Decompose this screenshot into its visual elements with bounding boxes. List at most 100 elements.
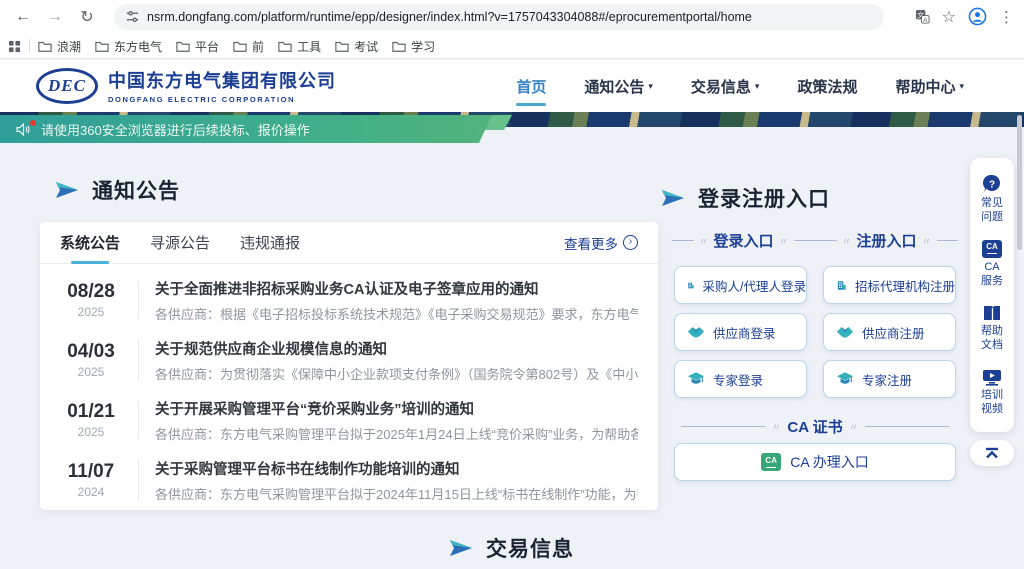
bidding-agency-register-button[interactable]: 招标代理机构注册 <box>823 266 956 304</box>
dec-logo-icon: DEC <box>36 68 98 104</box>
folder-icon <box>233 40 247 52</box>
bookmark-folder[interactable]: 浪潮 <box>38 38 81 55</box>
item-date: 01/21 <box>60 401 122 423</box>
item-desc: 各供应商：东方电气采购管理平台拟于2024年11月15日上线“标书在线制作”功能… <box>155 484 638 503</box>
folder-icon <box>392 40 406 52</box>
apps-grid-icon[interactable] <box>8 40 21 53</box>
divider <box>138 401 139 439</box>
chevron-up-icon <box>984 447 1000 459</box>
brand-logo[interactable]: DEC 中国东方电气集团有限公司 DONGFANG ELECTRIC CORPO… <box>36 67 336 104</box>
item-year: 2025 <box>60 305 122 319</box>
item-title[interactable]: 关于采购管理平台标书在线制作功能培训的通知 <box>155 458 638 479</box>
bookmark-folder[interactable]: 工具 <box>278 38 321 55</box>
item-title[interactable]: 关于开展采购管理平台“竞价采购业务”培训的通知 <box>155 398 638 419</box>
bookmarks-bar: 浪潮 东方电气 平台 前 工具 考试 学习 <box>0 33 1024 59</box>
question-bubble-icon: ? <box>982 174 1002 194</box>
reload-icon[interactable]: ↻ <box>74 4 100 30</box>
nav-trade-info[interactable]: 交易信息▾ <box>691 76 760 97</box>
chevron-down-icon: ▾ <box>755 81 760 92</box>
bookmark-folder[interactable]: 学习 <box>392 38 435 55</box>
floating-side-panel: ? 常见问题 CA CA 服务 帮助文档 培训视频 <box>970 158 1014 432</box>
tab-violation-reports[interactable]: 违规通报 <box>240 222 300 264</box>
nav-home[interactable]: 首页 <box>516 76 546 97</box>
graduation-cap-icon <box>687 371 705 387</box>
training-video-icon <box>982 368 1002 386</box>
section-arrow-icon <box>662 188 684 208</box>
item-date: 11/07 <box>60 461 122 483</box>
login-register-buttons: 采购人/代理人登录 招标代理机构注册 供应商登录 供应商注册 专家登录 专家注册 <box>674 266 956 398</box>
folder-icon <box>38 40 52 52</box>
bookmark-folder[interactable]: 平台 <box>176 38 219 55</box>
forward-icon[interactable]: → <box>42 4 68 30</box>
bookmark-folder[interactable]: 东方电气 <box>95 38 162 55</box>
item-desc: 各供应商：根据《电子招标投标系统技术规范》《电子采购交易规范》要求，东方电气采购… <box>155 304 638 323</box>
site-settings-icon[interactable] <box>126 10 139 23</box>
bookmark-folder[interactable]: 前 <box>233 38 264 55</box>
back-icon[interactable]: ← <box>10 4 36 30</box>
item-title[interactable]: 关于全面推进非招标采购业务CA认证及电子签章应用的通知 <box>155 278 638 299</box>
browser-notice-banner: 请使用360安全浏览器进行后续投标、报价操作 <box>0 115 492 143</box>
help-doc-widget[interactable]: 帮助文档 <box>979 304 1005 353</box>
handshake-icon <box>687 325 705 340</box>
bookmarks-divider <box>29 39 30 53</box>
list-item[interactable]: 01/21 2025 关于开展采购管理平台“竞价采购业务”培训的通知 各供应商：… <box>60 390 638 450</box>
login-register-section-header: 登录注册入口 <box>662 183 830 213</box>
announcements-section-header: 通知公告 <box>56 175 180 205</box>
tab-sourcing-announcements[interactable]: 寻源公告 <box>150 222 210 264</box>
trade-info-section-header: 交易信息 <box>0 533 1024 563</box>
section-title: 通知公告 <box>92 175 180 205</box>
svg-text:A: A <box>923 17 928 24</box>
nav-announcements[interactable]: 通知公告▾ <box>584 76 653 97</box>
alert-dot <box>30 120 36 126</box>
buyer-agent-login-button[interactable]: 采购人/代理人登录 <box>674 266 807 304</box>
folder-icon <box>278 40 292 52</box>
profile-avatar-icon[interactable] <box>968 7 987 26</box>
browser-chrome: ← → ↻ nsrm.dongfang.com/platform/runtime… <box>0 0 1024 59</box>
view-more-link[interactable]: 查看更多 › <box>564 233 638 253</box>
expert-login-button[interactable]: 专家登录 <box>674 360 807 398</box>
announcements-tabs: 系统公告 寻源公告 违规通报 查看更多 › <box>40 222 658 264</box>
faq-widget[interactable]: ? 常见问题 <box>979 174 1005 225</box>
graduation-cap-icon <box>836 371 854 387</box>
training-video-widget[interactable]: 培训视频 <box>979 368 1005 417</box>
ca-apply-button[interactable]: CA CA 办理入口 <box>674 443 956 481</box>
building-icon <box>687 277 695 294</box>
supplier-login-button[interactable]: 供应商登录 <box>674 313 807 351</box>
list-item[interactable]: 08/28 2025 关于全面推进非招标采购业务CA认证及电子签章应用的通知 各… <box>60 270 638 330</box>
nav-policies[interactable]: 政策法规 <box>797 76 857 97</box>
register-entry-header: 〃 注册入口 〃 <box>815 230 958 251</box>
ca-service-widget[interactable]: CA CA 服务 <box>979 240 1005 289</box>
section-arrow-icon <box>56 180 78 200</box>
folder-icon <box>335 40 349 52</box>
help-doc-icon <box>982 304 1002 322</box>
address-bar[interactable]: nsrm.dongfang.com/platform/runtime/epp/d… <box>114 4 884 30</box>
item-title[interactable]: 关于规范供应商企业规模信息的通知 <box>155 338 638 359</box>
back-to-top-button[interactable] <box>970 440 1014 466</box>
menu-kebab-icon[interactable]: ⋮ <box>999 8 1014 26</box>
item-date: 08/28 <box>60 281 122 303</box>
item-date: 04/03 <box>60 341 122 363</box>
browser-toolbar: ← → ↻ nsrm.dongfang.com/platform/runtime… <box>0 0 1024 33</box>
folder-icon <box>176 40 190 52</box>
divider <box>138 341 139 379</box>
list-item[interactable]: 11/07 2024 关于采购管理平台标书在线制作功能培训的通知 各供应商：东方… <box>60 450 638 510</box>
expert-register-button[interactable]: 专家注册 <box>823 360 956 398</box>
section-title: 登录注册入口 <box>698 183 830 213</box>
item-desc: 各供应商：东方电气采购管理平台拟于2025年1月24日上线“竞价采购”业务，为帮… <box>155 424 638 443</box>
list-item[interactable]: 04/03 2025 关于规范供应商企业规模信息的通知 各供应商：为贯彻落实《保… <box>60 330 638 390</box>
bookmark-folder[interactable]: 考试 <box>335 38 378 55</box>
bookmark-star-icon[interactable]: ☆ <box>942 7 956 27</box>
ca-certificate-header: 〃 CA 证书 〃 <box>674 416 956 437</box>
company-name-en: DONGFANG ELECTRIC CORPORATION <box>108 95 336 104</box>
tab-system-announcements[interactable]: 系统公告 <box>60 222 120 264</box>
divider <box>138 281 139 319</box>
folder-icon <box>95 40 109 52</box>
page-scrollbar[interactable] <box>1017 115 1022 250</box>
url-text[interactable]: nsrm.dongfang.com/platform/runtime/epp/d… <box>147 10 752 24</box>
translate-icon[interactable]: 文A <box>915 9 930 24</box>
supplier-register-button[interactable]: 供应商注册 <box>823 313 956 351</box>
item-year: 2025 <box>60 425 122 439</box>
nav-help-center[interactable]: 帮助中心▾ <box>895 76 964 97</box>
announcements-list: 08/28 2025 关于全面推进非招标采购业务CA认证及电子签章应用的通知 各… <box>40 264 658 510</box>
section-arrow-icon <box>450 538 472 558</box>
